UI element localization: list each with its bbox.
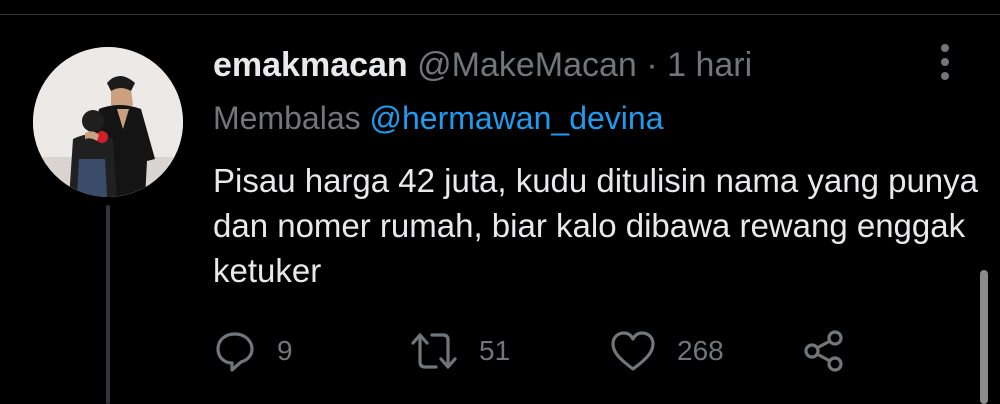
retweet-count: 51 [479, 335, 511, 366]
replying-to-label: Membalas [213, 100, 361, 136]
share-icon [804, 330, 843, 372]
more-vertical-icon [941, 44, 949, 80]
timestamp[interactable]: 1 hari [667, 46, 752, 84]
heart-icon [611, 331, 655, 371]
replying-to: Membalas @hermawan_devina [213, 98, 663, 138]
reply-button[interactable]: 9 [213, 326, 293, 376]
tweet-header: emakmacan @MakeMacan · 1 hari [213, 45, 752, 85]
reply-icon [216, 332, 254, 372]
thread-connector-line [106, 205, 110, 404]
more-options-button[interactable] [925, 42, 965, 82]
author-handle[interactable]: @MakeMacan [417, 46, 637, 84]
reply-mention-link[interactable]: @hermawan_devina [370, 100, 664, 136]
top-divider [0, 14, 1000, 15]
like-button[interactable]: 268 [609, 326, 724, 376]
like-count: 268 [677, 335, 724, 366]
author-name[interactable]: emakmacan [213, 46, 408, 84]
retweet-icon [411, 333, 457, 369]
tweet-text: Pisau harga 42 juta, kudu ditulisin nama… [213, 162, 979, 289]
avatar-photo [33, 47, 183, 197]
share-button[interactable] [803, 326, 847, 376]
separator-dot: · [646, 46, 658, 84]
avatar[interactable] [33, 47, 183, 197]
reply-count: 9 [277, 335, 293, 366]
retweet-button[interactable]: 51 [409, 326, 510, 376]
scrollbar-thumb[interactable] [980, 270, 988, 404]
